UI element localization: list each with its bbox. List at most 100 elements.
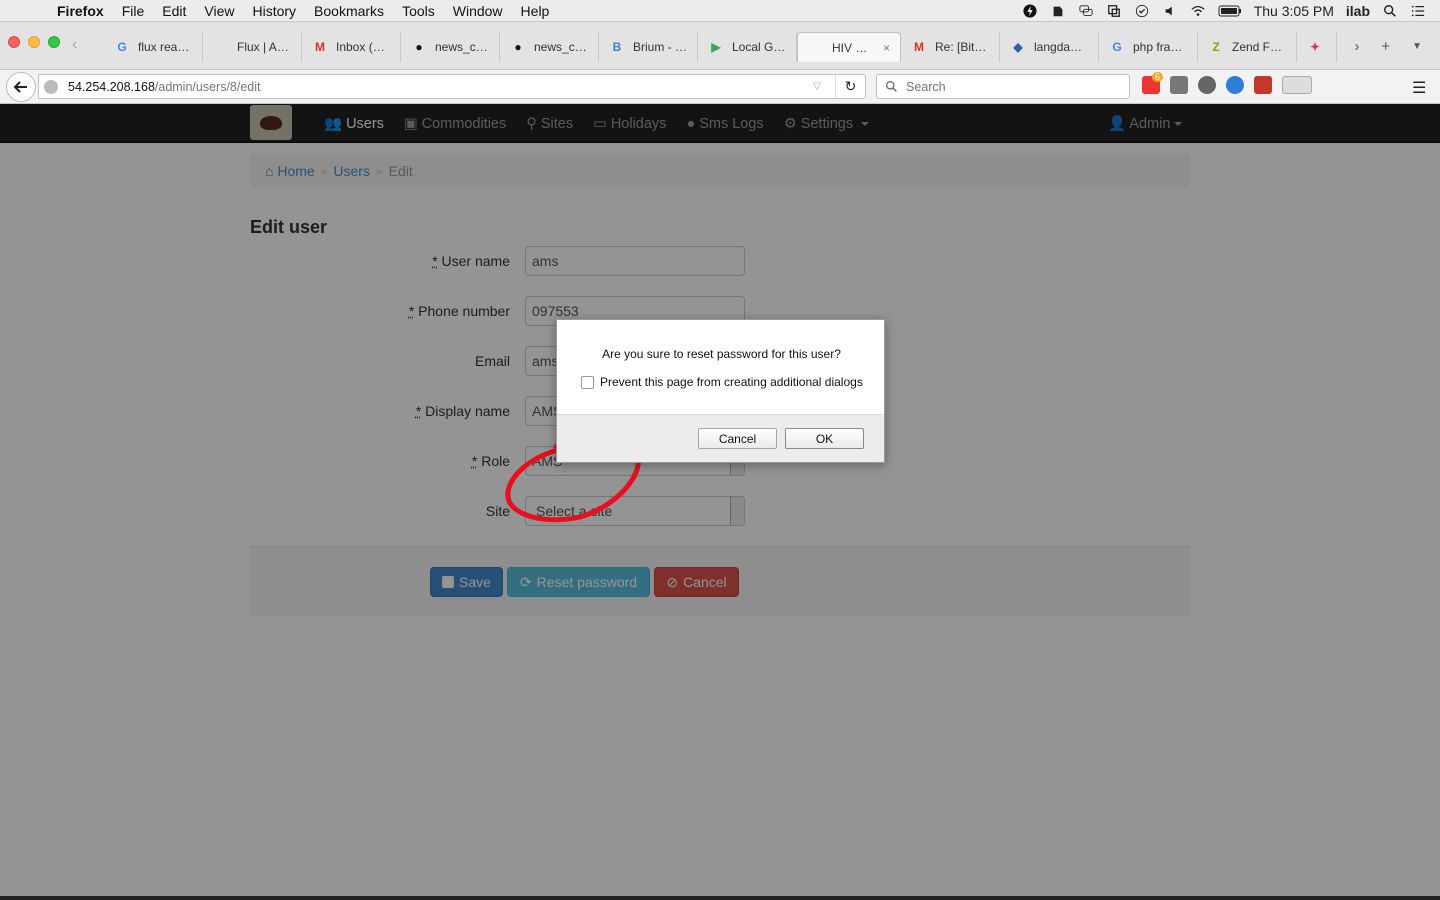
url-host: 54.254.208.168 [68, 79, 155, 94]
tab-favicon-icon: G [1112, 40, 1122, 54]
menu-edit[interactable]: Edit [153, 3, 195, 19]
tab-favicon-icon: B [612, 40, 622, 54]
browser-tab[interactable]: Flux | Applicat... [203, 32, 302, 62]
tab-favicon-icon [213, 39, 229, 55]
search-input[interactable] [906, 79, 1106, 94]
back-arrow-icon [13, 81, 27, 93]
browser-tab-strip: ‹ Gflux react... Flux | Applicat... M Inbox… [0, 22, 1440, 70]
tab-label: Zend Fra... [1232, 40, 1286, 54]
menu-history[interactable]: History [243, 3, 305, 19]
minimize-window-button[interactable] [28, 36, 40, 48]
tab-label: news_ca... [534, 40, 588, 54]
globe-addon-icon[interactable] [1226, 76, 1244, 94]
chat-icon[interactable] [1078, 4, 1094, 18]
tab-favicon-icon: M [914, 40, 924, 54]
tab-favicon-icon: Z [1212, 40, 1220, 54]
addon-toolbar: 6 [1142, 72, 1312, 94]
spotlight-search-icon[interactable] [1382, 4, 1398, 18]
tab-label: news_ca... [435, 40, 489, 54]
volume-icon[interactable] [1162, 4, 1178, 18]
search-icon [885, 80, 897, 92]
evernote-icon[interactable] [1050, 4, 1066, 18]
tab-list-dropdown-icon[interactable]: ▼ [1412, 38, 1422, 55]
browser-tab[interactable]: Gphp fram... [1099, 32, 1198, 62]
browser-toolbar: 54.254.208.168/admin/users/8/edit ▽ ↻ 6 … [0, 70, 1440, 104]
url-bar[interactable]: 54.254.208.168/admin/users/8/edit ▽ ↻ [38, 74, 866, 99]
menu-help[interactable]: Help [512, 3, 559, 19]
hamburger-menu-icon[interactable]: ☰ [1412, 78, 1428, 98]
zoom-window-button[interactable] [48, 36, 60, 48]
tab-favicon-icon: ● [415, 40, 423, 54]
bottom-edge [0, 896, 1440, 900]
menu-bookmarks[interactable]: Bookmarks [305, 3, 393, 19]
tab-list: Gflux react... Flux | Applicat... M Inbox (… [104, 32, 1337, 62]
tab-label: flux react... [138, 40, 192, 54]
dialog-footer: Cancel OK [557, 414, 884, 462]
tab-label: HIV Suppl... [832, 40, 875, 55]
browser-tab[interactable]: ◆ langda_c... [1000, 32, 1099, 62]
site-info-icon[interactable] [44, 79, 58, 94]
tab-label: Brium - D... [633, 40, 687, 54]
browser-tab[interactable]: M Inbox (41... [302, 32, 401, 62]
check-circle-icon[interactable] [1134, 4, 1150, 18]
tabs-scroll-left-icon[interactable]: ‹ [72, 36, 77, 54]
close-tab-icon[interactable]: × [883, 41, 890, 55]
notification-center-icon[interactable] [1410, 4, 1426, 18]
tabs-scroll-right-icon[interactable]: › [1354, 38, 1359, 55]
tab-label: Re: [Bitb... [935, 40, 989, 54]
tab-label: Inbox (41... [336, 40, 390, 54]
search-bar[interactable] [876, 74, 1130, 99]
browser-tab[interactable]: Gflux react... [104, 32, 203, 62]
tab-favicon-icon: ◆ [1013, 40, 1023, 54]
prevent-dialogs-label: Prevent this page from creating addition… [600, 375, 863, 389]
menu-tools[interactable]: Tools [393, 3, 444, 19]
tab-label: Local Gat... [732, 40, 786, 54]
red-square-addon-icon[interactable] [1254, 76, 1272, 94]
browser-tab[interactable]: B Brium - D... [599, 32, 698, 62]
url-text[interactable]: 54.254.208.168/admin/users/8/edit [68, 80, 261, 94]
tab-favicon-icon: ▶ [711, 40, 721, 54]
new-tab-icon[interactable]: + [1381, 38, 1390, 55]
prevent-dialogs-option[interactable]: Prevent this page from creating addition… [581, 375, 863, 389]
url-history-dropdown-icon[interactable]: ▽ [813, 81, 821, 92]
addon-badge-count: 6 [1151, 72, 1163, 82]
tab-favicon-icon [808, 40, 824, 56]
tab-label: Flux | Applicat... [237, 40, 291, 54]
browser-tab[interactable]: Z Zend Fra... [1198, 32, 1297, 62]
tab-favicon-icon: ✦ [1309, 40, 1321, 54]
menu-file[interactable]: File [113, 3, 154, 19]
flash-icon[interactable] [1022, 3, 1038, 18]
browser-tab[interactable]: ✦Pl [1297, 32, 1337, 62]
pipette-addon-icon[interactable] [1282, 76, 1312, 94]
menubar-clock[interactable]: Thu 3:05 PM [1254, 3, 1334, 19]
menu-app-firefox[interactable]: Firefox [48, 3, 113, 19]
window-controls [8, 36, 60, 48]
tab-favicon-icon: G [117, 40, 127, 54]
battery-icon[interactable] [1218, 4, 1242, 18]
bug-addon-icon[interactable] [1198, 76, 1216, 94]
url-path: /admin/users/8/edit [154, 79, 261, 94]
browser-tab[interactable]: HIV Suppl... × [797, 32, 901, 62]
wifi-icon[interactable] [1190, 4, 1206, 18]
browser-tab[interactable]: ● news_ca... [500, 32, 599, 62]
prevent-dialogs-checkbox[interactable] [581, 375, 594, 389]
menu-view[interactable]: View [195, 3, 243, 19]
menubar-user[interactable]: ilab [1346, 3, 1370, 19]
tab-favicon-icon: M [315, 40, 325, 54]
close-window-button[interactable] [8, 36, 20, 48]
macos-menubar: Firefox File Edit View History Bookmarks… [0, 0, 1440, 22]
modal-overlay [0, 104, 1440, 896]
addon-badge-icon[interactable]: 6 [1142, 72, 1163, 94]
clipboard-addon-icon[interactable] [1170, 76, 1188, 94]
browser-tab[interactable]: ● news_ca... [401, 32, 500, 62]
dialog-ok-button[interactable]: OK [785, 428, 864, 449]
confirm-dialog: Are you sure to reset password for this … [556, 319, 885, 463]
dialog-cancel-button[interactable]: Cancel [698, 428, 777, 449]
reload-icon[interactable]: ↻ [835, 75, 865, 98]
back-button[interactable] [6, 72, 36, 102]
browser-tab[interactable]: M Re: [Bitb... [901, 32, 1000, 62]
tab-label: php fram... [1133, 40, 1187, 54]
window-icon[interactable] [1106, 4, 1122, 18]
browser-tab[interactable]: ▶ Local Gat... [698, 32, 797, 62]
menu-window[interactable]: Window [444, 3, 512, 19]
